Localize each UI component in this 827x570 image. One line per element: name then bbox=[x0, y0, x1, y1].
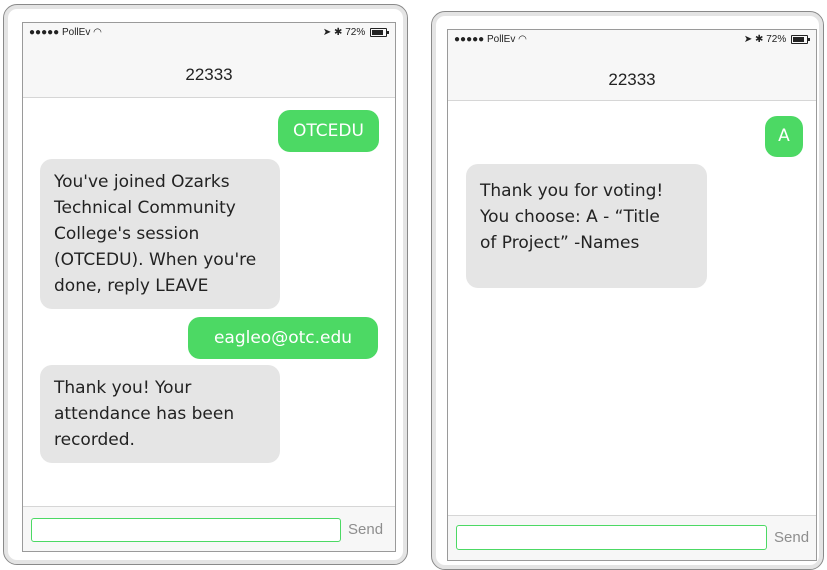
incoming-message: Thank you for voting! You choose: A - “T… bbox=[466, 164, 707, 288]
location-arrow-icon: ➤ bbox=[743, 34, 753, 45]
navigation-bar: ●●●●● PollEv ◠ ➤ ✱ 72% 22333 bbox=[23, 23, 395, 98]
wifi-icon: ◠ bbox=[518, 34, 527, 45]
carrier-label: ●●●●● PollEv bbox=[454, 34, 516, 45]
bluetooth-icon: ✱ bbox=[755, 34, 764, 45]
carrier-label: ●●●●● PollEv bbox=[29, 27, 91, 38]
status-right: ➤ ✱ 72% bbox=[743, 34, 810, 45]
battery-percent: 72% bbox=[345, 27, 366, 38]
battery-icon bbox=[370, 27, 389, 37]
right-phone-screen: ●●●●● PollEv ◠ ➤ ✱ 72% 22333 A Thank you… bbox=[447, 29, 817, 561]
compose-bar: Send bbox=[448, 515, 816, 560]
status-carrier: ●●●●● PollEv ◠ bbox=[29, 27, 102, 38]
left-phone-frame: ●●●●● PollEv ◠ ➤ ✱ 72% 22333 OTCEDU You'… bbox=[3, 4, 408, 565]
status-carrier: ●●●●● PollEv ◠ bbox=[454, 34, 527, 45]
send-button[interactable]: Send bbox=[348, 521, 383, 538]
message-input[interactable] bbox=[456, 525, 767, 550]
outgoing-message: OTCEDU bbox=[278, 110, 379, 152]
location-arrow-icon: ➤ bbox=[322, 27, 332, 38]
status-right: ➤ ✱ 72% bbox=[322, 27, 389, 38]
conversation-title: 22333 bbox=[185, 65, 233, 84]
incoming-message: You've joined Ozarks Technical Community… bbox=[40, 159, 280, 309]
outgoing-message: A bbox=[765, 116, 803, 157]
send-button[interactable]: Send bbox=[774, 529, 809, 546]
battery-icon bbox=[791, 34, 810, 44]
message-input[interactable] bbox=[31, 518, 341, 542]
left-phone-screen: ●●●●● PollEv ◠ ➤ ✱ 72% 22333 OTCEDU You'… bbox=[22, 22, 396, 552]
wifi-icon: ◠ bbox=[93, 27, 102, 38]
outgoing-message: eagleo@otc.edu bbox=[188, 317, 378, 359]
battery-percent: 72% bbox=[766, 34, 787, 45]
compose-bar: Send bbox=[23, 506, 395, 551]
navigation-bar: ●●●●● PollEv ◠ ➤ ✱ 72% 22333 bbox=[448, 30, 816, 101]
right-phone-frame: ●●●●● PollEv ◠ ➤ ✱ 72% 22333 A Thank you… bbox=[431, 11, 824, 570]
bluetooth-icon: ✱ bbox=[334, 27, 343, 38]
incoming-message: Thank you! Your attendance has been reco… bbox=[40, 365, 280, 463]
conversation-title: 22333 bbox=[608, 70, 656, 89]
